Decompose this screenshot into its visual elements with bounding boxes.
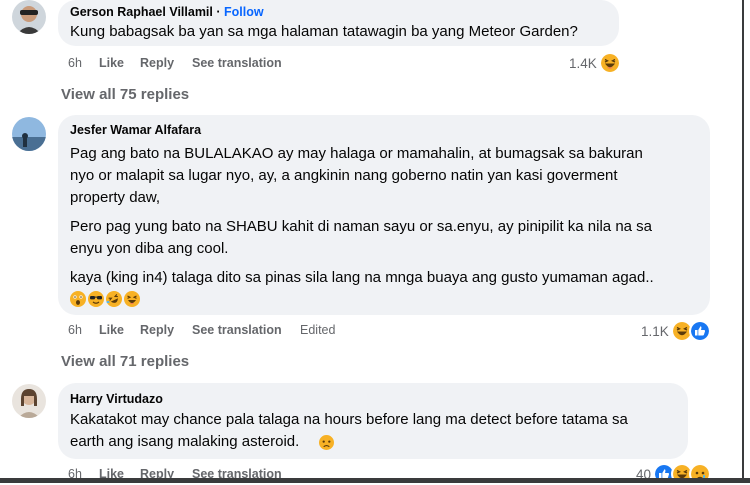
avatar[interactable] — [12, 117, 46, 151]
comment-text: Kung babagsak ba yan sa mga halaman tata… — [70, 23, 578, 40]
avatar[interactable] — [12, 0, 46, 34]
reaction-count: 1.4K — [569, 55, 597, 71]
like-button[interactable]: Like — [99, 56, 124, 70]
like-button[interactable]: Like — [99, 323, 124, 337]
reaction-summary[interactable]: 1.1K — [641, 320, 711, 342]
see-translation-button[interactable]: See translation — [192, 323, 282, 337]
comment-text: Kakatakot may chance pala talaga na hour… — [70, 411, 628, 428]
comment-text: nyo or malapit sa lugar nyo, ay, a angki… — [70, 167, 618, 184]
comment-text: earth ang isang malaking asteroid. — [70, 433, 300, 450]
astonished-emoji-icon — [70, 291, 86, 307]
see-translation-button[interactable]: See translation — [192, 56, 282, 70]
comment-actions: 6h Like Reply See translation Edited — [68, 323, 368, 339]
reply-button[interactable]: Reply — [140, 56, 174, 70]
comment-time[interactable]: 6h — [68, 56, 82, 70]
comment-author[interactable]: Harry Virtudazo — [70, 392, 163, 406]
reply-button[interactable]: Reply — [140, 323, 174, 337]
comment-emoji-row — [319, 435, 336, 450]
sunglasses-emoji-icon — [88, 291, 104, 307]
comment-text: enyu yon diba ang cool. — [70, 240, 229, 257]
comment-author[interactable]: Jesfer Wamar Alfafara — [70, 123, 201, 137]
comment-text: kaya (king in4) talaga dito sa pinas sil… — [70, 269, 654, 286]
comment-text: Pero pag yung bato na SHABU kahit di nam… — [70, 218, 653, 235]
reaction-summary[interactable]: 1.4K — [569, 52, 621, 74]
rofl-emoji-icon — [106, 291, 122, 307]
edited-label: Edited — [300, 323, 336, 337]
comment-text: Pag ang bato na BULALAKAO ay may halaga … — [70, 145, 643, 162]
avatar[interactable] — [12, 384, 46, 418]
view-replies-link[interactable]: View all 71 replies — [61, 353, 189, 370]
comment-time[interactable]: 6h — [68, 323, 82, 337]
squinting-laugh-emoji-icon — [124, 291, 140, 307]
window-border — [0, 478, 750, 483]
view-replies-link[interactable]: View all 75 replies — [61, 86, 189, 103]
comment-text: property daw, — [70, 189, 161, 206]
follow-button[interactable]: Follow — [224, 5, 264, 19]
comment-author[interactable]: Gerson Raphael Villamil · Follow — [70, 5, 264, 19]
window-border — [742, 0, 744, 483]
author-name[interactable]: Gerson Raphael Villamil — [70, 5, 213, 19]
haha-icon — [598, 52, 621, 74]
comment-emoji-row — [70, 291, 142, 307]
comment-actions: 6h Like Reply See translation — [68, 56, 368, 72]
like-icon — [688, 320, 711, 342]
reaction-count: 1.1K — [641, 323, 669, 339]
sad-emoji-icon — [319, 435, 334, 450]
